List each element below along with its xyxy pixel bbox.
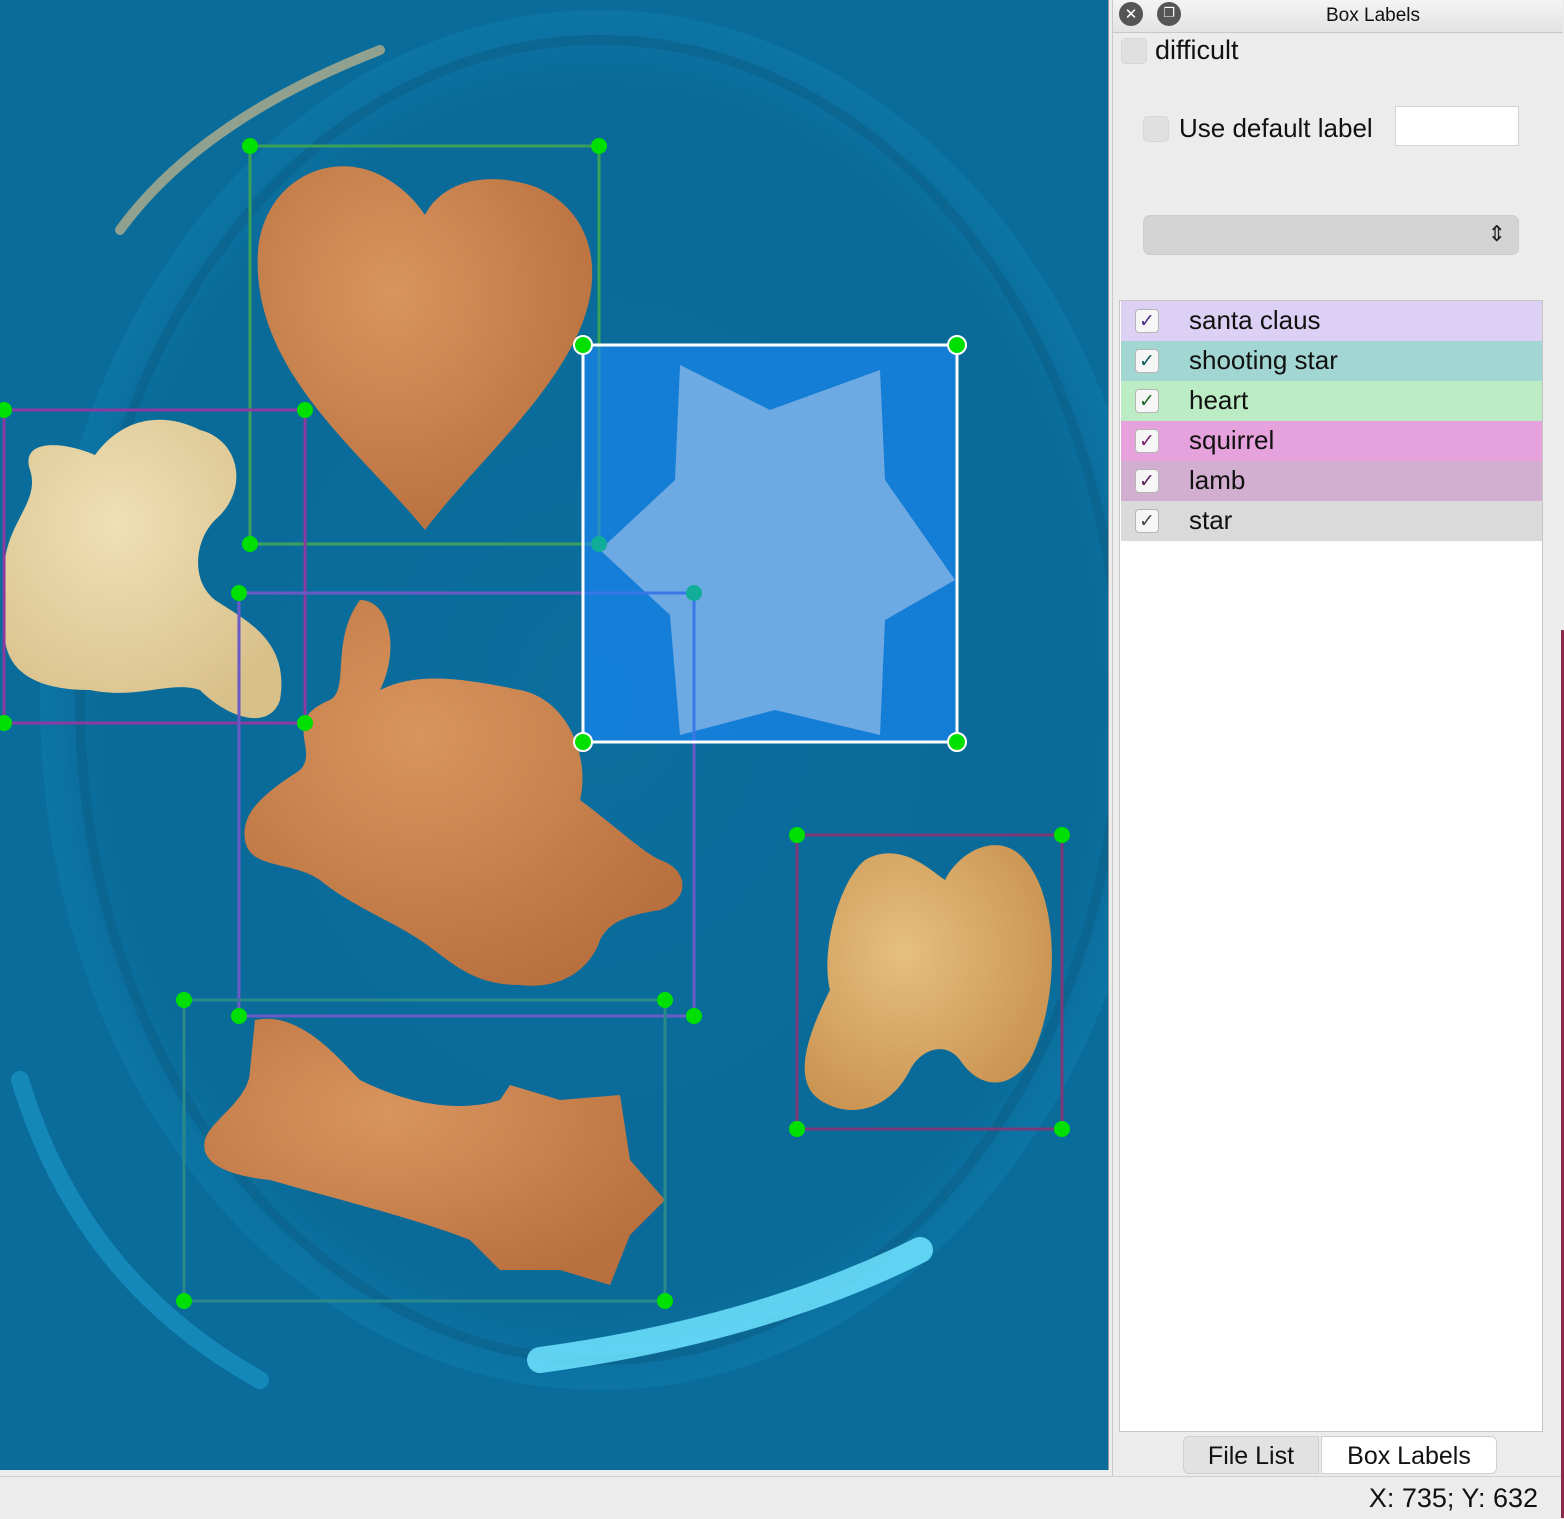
tab-box-labels[interactable]: Box Labels bbox=[1321, 1436, 1497, 1474]
list-item-shooting-star[interactable]: ✓ shooting star bbox=[1121, 341, 1542, 381]
label-list[interactable]: ✓ santa claus ✓ shooting star ✓ heart ✓ … bbox=[1119, 300, 1543, 1432]
list-item-label: star bbox=[1189, 505, 1233, 535]
use-default-label-checkbox[interactable] bbox=[1143, 116, 1169, 142]
dock-title: Box Labels bbox=[1325, 5, 1420, 26]
checkbox-icon[interactable]: ✓ bbox=[1135, 309, 1159, 333]
updown-chevron-icon: ⇕ bbox=[1487, 222, 1506, 247]
image-canvas[interactable] bbox=[0, 0, 1109, 1470]
checkbox-icon[interactable]: ✓ bbox=[1135, 349, 1159, 373]
cursor-coordinates: X: 735; Y: 632 bbox=[1368, 1483, 1538, 1513]
list-item-squirrel[interactable]: ✓ squirrel bbox=[1121, 421, 1542, 461]
label-combobox[interactable]: ⇕ bbox=[1143, 215, 1519, 255]
status-bar: X: 735; Y: 632 bbox=[0, 1476, 1564, 1519]
canvas-image bbox=[0, 0, 1108, 1470]
list-item-label: santa claus bbox=[1189, 305, 1321, 335]
difficult-checkbox[interactable] bbox=[1121, 38, 1147, 64]
list-item-santa-claus[interactable]: ✓ santa claus bbox=[1121, 301, 1542, 341]
default-label-input[interactable] bbox=[1395, 106, 1519, 146]
checkbox-icon[interactable]: ✓ bbox=[1135, 469, 1159, 493]
checkbox-icon[interactable]: ✓ bbox=[1135, 509, 1159, 533]
tab-file-list[interactable]: File List bbox=[1183, 1436, 1319, 1474]
list-item-star[interactable]: ✓ star bbox=[1121, 501, 1542, 541]
bbox-star-selected[interactable] bbox=[573, 335, 967, 752]
dock-titlebar[interactable]: ✕ ❐ Box Labels bbox=[1113, 0, 1563, 33]
checkbox-icon[interactable]: ✓ bbox=[1135, 389, 1159, 413]
list-item-label: shooting star bbox=[1189, 345, 1338, 375]
list-item-lamb[interactable]: ✓ lamb bbox=[1121, 461, 1542, 501]
list-item-label: heart bbox=[1189, 385, 1249, 415]
dock-tabs: File List Box Labels bbox=[1113, 1432, 1563, 1476]
use-default-label-text: Use default label bbox=[1179, 113, 1373, 143]
list-item-heart[interactable]: ✓ heart bbox=[1121, 381, 1542, 421]
list-item-label: squirrel bbox=[1189, 425, 1275, 455]
box-labels-dock: ✕ ❐ Box Labels difficult Use default lab… bbox=[1112, 0, 1564, 1476]
list-item-label: lamb bbox=[1189, 465, 1246, 495]
difficult-label: difficult bbox=[1155, 35, 1239, 65]
checkbox-icon[interactable]: ✓ bbox=[1135, 429, 1159, 453]
